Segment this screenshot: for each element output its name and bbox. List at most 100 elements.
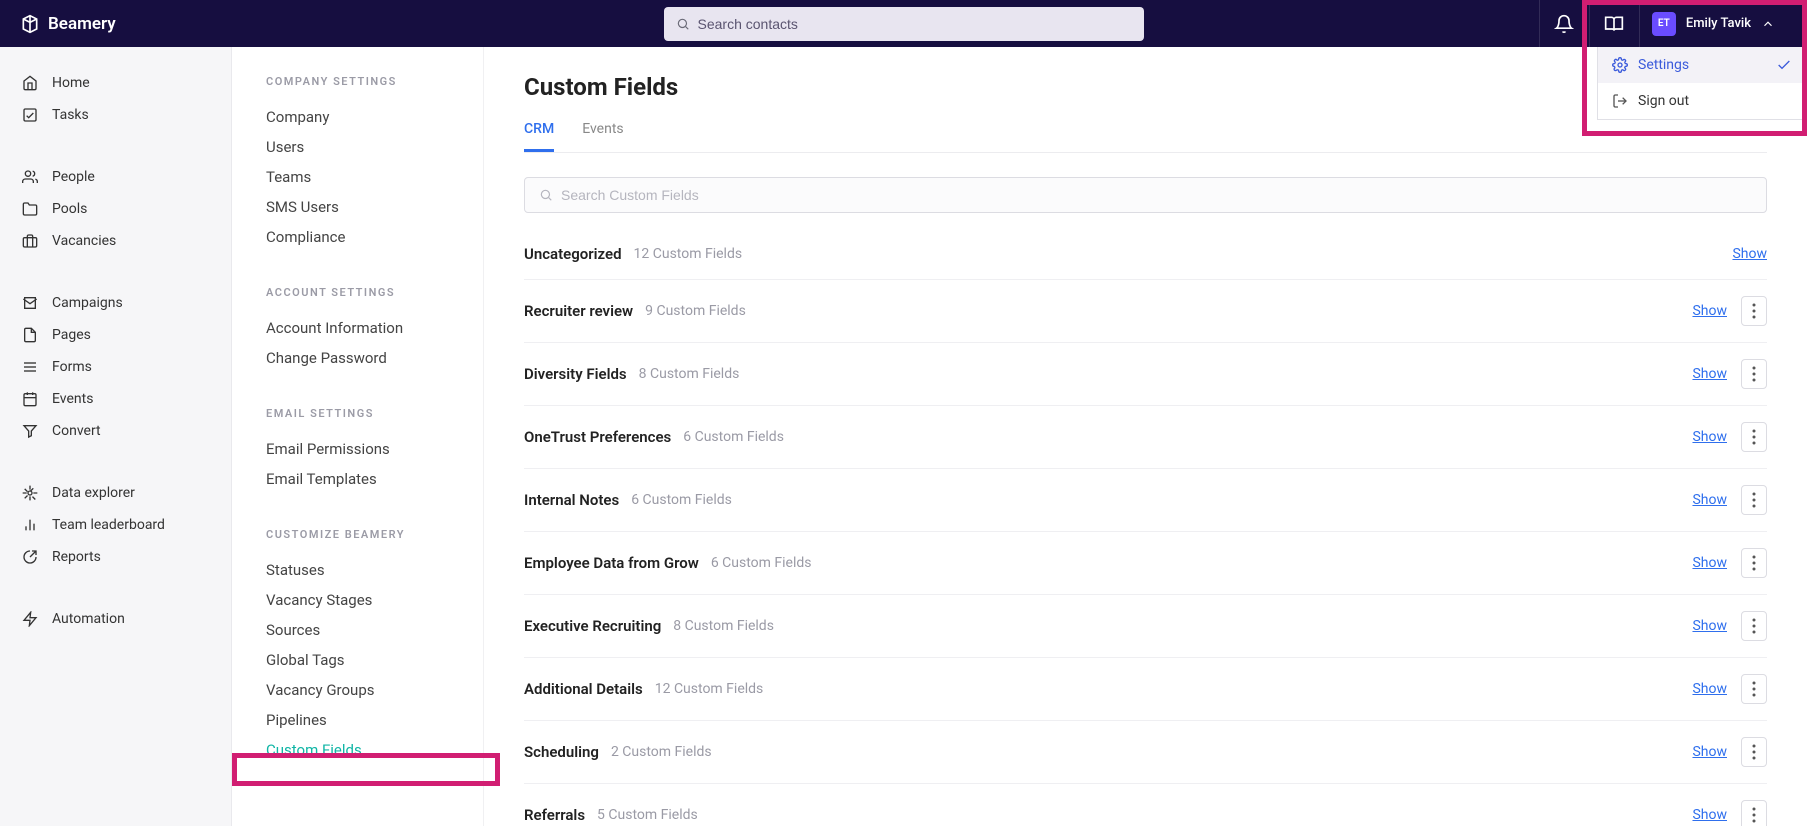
tab-crm[interactable]: CRM [524, 121, 554, 152]
primary-nav-reports[interactable]: Reports [0, 541, 231, 573]
campaigns-icon [22, 295, 38, 311]
user-menu-trigger[interactable]: ET Emily Tavik [1639, 0, 1791, 47]
user-menu-settings[interactable]: Settings [1598, 47, 1806, 83]
custom-fields-list: Uncategorized12 Custom FieldsShowRecruit… [524, 223, 1767, 826]
settings-item-account-information[interactable]: Account Information [266, 313, 453, 343]
custom-field-category-row: Referrals5 Custom FieldsShow [524, 784, 1767, 826]
settings-heading: ACCOUNT SETTINGS [266, 286, 453, 299]
primary-nav-automation[interactable]: Automation [0, 603, 231, 635]
primary-nav-pages[interactable]: Pages [0, 319, 231, 351]
more-options-button[interactable] [1741, 485, 1767, 515]
settings-item-email-templates[interactable]: Email Templates [266, 464, 453, 494]
category-actions: Show [1692, 548, 1767, 578]
more-options-button[interactable] [1741, 611, 1767, 641]
settings-heading: CUSTOMIZE BEAMERY [266, 528, 453, 541]
global-search-input[interactable] [698, 16, 1132, 32]
settings-item-company[interactable]: Company [266, 102, 453, 132]
settings-item-compliance[interactable]: Compliance [266, 222, 453, 252]
primary-nav-convert[interactable]: Convert [0, 415, 231, 447]
primary-nav-tasks[interactable]: Tasks [0, 99, 231, 131]
primary-nav-label: Reports [52, 549, 101, 565]
notifications-button[interactable] [1539, 0, 1589, 47]
help-button[interactable] [1589, 0, 1639, 47]
settings-item-global-tags[interactable]: Global Tags [266, 645, 453, 675]
avatar: ET [1652, 12, 1676, 36]
custom-field-category-row: Additional Details12 Custom FieldsShow [524, 658, 1767, 721]
show-link[interactable]: Show [1692, 366, 1727, 382]
primary-nav-label: Pools [52, 201, 87, 217]
primary-nav-label: Team leaderboard [52, 517, 165, 533]
show-link[interactable]: Show [1692, 681, 1727, 697]
custom-field-category-row: Diversity Fields8 Custom FieldsShow [524, 343, 1767, 406]
reports-icon [22, 549, 38, 565]
more-options-button[interactable] [1741, 296, 1767, 326]
category-count: 6 Custom Fields [711, 555, 812, 571]
leaderboard-icon [22, 517, 38, 533]
tab-events[interactable]: Events [582, 121, 623, 152]
more-options-button[interactable] [1741, 548, 1767, 578]
category-count: 6 Custom Fields [683, 429, 784, 445]
kebab-icon [1752, 744, 1756, 760]
settings-item-statuses[interactable]: Statuses [266, 555, 453, 585]
custom-field-category-row: Uncategorized12 Custom FieldsShow [524, 223, 1767, 280]
primary-nav-campaigns[interactable]: Campaigns [0, 287, 231, 319]
category-count: 9 Custom Fields [645, 303, 746, 319]
primary-nav-events[interactable]: Events [0, 383, 231, 415]
primary-nav-data-explorer[interactable]: Data explorer [0, 477, 231, 509]
show-link[interactable]: Show [1692, 492, 1727, 508]
primary-nav-forms[interactable]: Forms [0, 351, 231, 383]
settings-item-custom-fields[interactable]: Custom Fields [266, 735, 453, 765]
settings-item-email-permissions[interactable]: Email Permissions [266, 434, 453, 464]
category-actions: Show [1692, 296, 1767, 326]
custom-field-category-row: Scheduling2 Custom FieldsShow [524, 721, 1767, 784]
book-icon [1604, 14, 1624, 34]
settings-item-users[interactable]: Users [266, 132, 453, 162]
brand-logo[interactable]: Beamery [20, 14, 116, 34]
primary-nav-team-leaderboard[interactable]: Team leaderboard [0, 509, 231, 541]
show-link[interactable]: Show [1692, 744, 1727, 760]
primary-nav-label: Convert [52, 423, 101, 439]
user-dropdown: Settings Sign out [1597, 47, 1807, 120]
category-actions: Show [1692, 422, 1767, 452]
home-icon [22, 75, 38, 91]
search-icon [676, 17, 690, 31]
primary-nav-label: Data explorer [52, 485, 135, 501]
settings-item-change-password[interactable]: Change Password [266, 343, 453, 373]
settings-item-vacancy-groups[interactable]: Vacancy Groups [266, 675, 453, 705]
category-name: Internal Notes [524, 491, 619, 509]
settings-item-teams[interactable]: Teams [266, 162, 453, 192]
category-name: Uncategorized [524, 245, 622, 263]
kebab-icon [1752, 807, 1756, 823]
show-link[interactable]: Show [1732, 246, 1767, 262]
primary-nav-home[interactable]: Home [0, 67, 231, 99]
show-link[interactable]: Show [1692, 807, 1727, 823]
primary-nav-label: Vacancies [52, 233, 116, 249]
custom-field-category-row: Internal Notes6 Custom FieldsShow [524, 469, 1767, 532]
more-options-button[interactable] [1741, 674, 1767, 704]
settings-item-pipelines[interactable]: Pipelines [266, 705, 453, 735]
show-link[interactable]: Show [1692, 618, 1727, 634]
main-content: Custom Fields Create CRM Events Uncatego… [484, 47, 1807, 826]
show-link[interactable]: Show [1692, 429, 1727, 445]
primary-nav-people[interactable]: People [0, 161, 231, 193]
primary-nav-label: Tasks [52, 107, 89, 123]
custom-fields-search-input[interactable] [561, 187, 1752, 203]
gear-icon [1612, 57, 1628, 73]
kebab-icon [1752, 681, 1756, 697]
show-link[interactable]: Show [1692, 303, 1727, 319]
more-options-button[interactable] [1741, 359, 1767, 389]
settings-item-vacancy-stages[interactable]: Vacancy Stages [266, 585, 453, 615]
primary-nav-vacancies[interactable]: Vacancies [0, 225, 231, 257]
custom-fields-search[interactable] [524, 177, 1767, 213]
more-options-button[interactable] [1741, 422, 1767, 452]
user-menu-signout[interactable]: Sign out [1598, 83, 1806, 119]
settings-heading: EMAIL SETTINGS [266, 407, 453, 420]
primary-nav-pools[interactable]: Pools [0, 193, 231, 225]
settings-item-sms-users[interactable]: SMS Users [266, 192, 453, 222]
show-link[interactable]: Show [1692, 555, 1727, 571]
global-search[interactable] [664, 7, 1144, 41]
more-options-button[interactable] [1741, 737, 1767, 767]
more-options-button[interactable] [1741, 800, 1767, 826]
category-actions: Show [1692, 800, 1767, 826]
settings-item-sources[interactable]: Sources [266, 615, 453, 645]
